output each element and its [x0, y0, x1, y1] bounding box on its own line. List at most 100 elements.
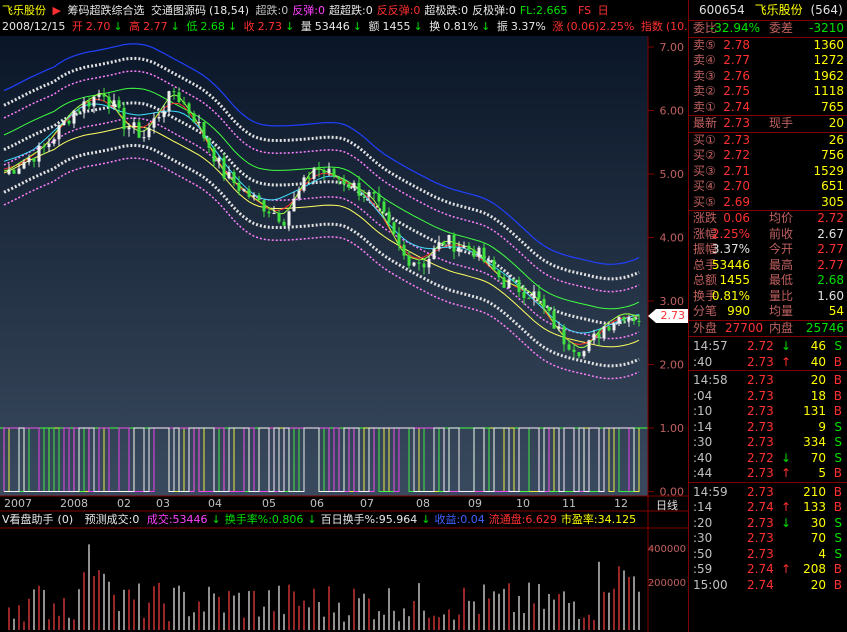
period-label[interactable]: 日线: [656, 497, 678, 513]
tick-volume: 210: [803, 484, 826, 499]
candle-body: [522, 292, 526, 298]
stat-label: 前收: [769, 226, 794, 241]
tick-row[interactable]: :14 2.74 ↑ 133 B: [689, 500, 847, 516]
candle-body: [27, 158, 31, 163]
tick-time: :14: [693, 500, 713, 514]
candle-body: [42, 145, 46, 148]
candle-body: [462, 245, 466, 248]
candle-body: [507, 279, 511, 288]
play-icon[interactable]: ▶: [53, 4, 61, 17]
order-price: 2.78: [723, 37, 750, 52]
tick-row[interactable]: 14:58 2.73 20 B: [689, 373, 847, 389]
close-label: 收: [243, 20, 255, 33]
tick-price: 2.73: [747, 515, 774, 530]
kline-chart-area[interactable]: 7.00 6.00 5.00 4.00 3.00 2.00 1.00 0.00 400000 20…: [0, 0, 688, 632]
candle-body: [212, 147, 216, 162]
tick-row[interactable]: :10 2.73 131 B: [689, 404, 847, 420]
fs-label[interactable]: FS: [578, 4, 591, 17]
candle-body: [477, 247, 481, 257]
order-price: 2.76: [723, 68, 750, 83]
legend-items: 超跌:0 反弹:0 超超跌:0 反反弹:0 超极跌:0 反极弹:0 FL:2.665: [256, 4, 572, 17]
candle-body: [247, 189, 251, 197]
order-label: 卖②: [693, 84, 716, 98]
candle-body: [332, 168, 336, 177]
tick-row[interactable]: :04 2.73 18 B: [689, 389, 847, 405]
xianshou-label: 现手: [769, 116, 794, 130]
candle-body: [512, 279, 516, 281]
indicator-header: V看盘助手 (0) 预测成交:0 成交:53446 ↓ 换手率%:0.806 ↓ 百日换手…: [2, 513, 686, 527]
candle-body: [62, 120, 66, 126]
candle-body: [632, 317, 636, 321]
indicator-title[interactable]: V看盘助手 (0): [2, 513, 77, 526]
tick-row[interactable]: :50 2.73 4 S: [689, 547, 847, 563]
candle-body: [112, 100, 116, 107]
order-volume: 305: [821, 194, 844, 209]
stat-value: 990: [727, 304, 750, 318]
candle-body: [412, 262, 416, 266]
tick-list-2[interactable]: 14:58 2.73 20 B:04 2.73 18 B:10 2.73 131 B:14 2.73…: [689, 370, 847, 482]
stock-name[interactable]: 飞乐股份: [2, 4, 46, 17]
tick-row[interactable]: 14:59 2.73 210 B: [689, 485, 847, 501]
candle-body: [67, 120, 71, 124]
candle-body: [307, 177, 311, 179]
y-axis-label: 6.00: [660, 105, 685, 118]
tick-time: :40: [693, 354, 713, 369]
x-axis-label: 03: [156, 497, 170, 510]
candle-body: [552, 311, 556, 329]
stat-row: 分笔 990 均量 54: [689, 304, 847, 320]
order-volume: 1118: [813, 84, 844, 98]
tick-row[interactable]: 14:57 2.72 ↓ 46 S: [689, 339, 847, 355]
sell-order-row: 卖③ 2.76 1962: [689, 69, 847, 85]
tick-side: B: [833, 484, 842, 499]
x-axis-label: 04: [208, 497, 222, 510]
tick-row[interactable]: :40 2.72 ↓ 70 S: [689, 451, 847, 467]
kline-chart-svg[interactable]: 7.006.005.004.003.002.001.000.0040000020…: [0, 0, 688, 632]
chart-background: [0, 36, 648, 496]
buy-order-row: 买⑤ 2.69 305: [689, 195, 847, 211]
tick-row[interactable]: :59 2.74 ↑ 208 B: [689, 562, 847, 578]
candle-body: [447, 235, 451, 245]
tick-side: B: [833, 404, 842, 418]
tick-row[interactable]: :20 2.73 ↓ 30 S: [689, 516, 847, 532]
formula-params: (18,54): [208, 4, 250, 17]
candle-body: [372, 191, 376, 194]
candle-body: [172, 91, 176, 93]
candle-body: [132, 122, 136, 128]
low-value: 2.68: [200, 20, 225, 33]
r-label[interactable]: 日: [598, 4, 609, 17]
candle-body: [277, 212, 281, 222]
tick-list-1[interactable]: 14:57 2.72 ↓ 46 S:40 2.73 ↑ 40 B: [689, 336, 847, 370]
tick-row[interactable]: :30 2.73 70 S: [689, 531, 847, 547]
tick-row[interactable]: :40 2.73 ↑ 40 B: [689, 355, 847, 371]
tick-row[interactable]: 15:00 2.74 20 B: [689, 578, 847, 594]
candle-body: [597, 333, 601, 339]
sell-order-row: 卖① 2.74 765: [689, 100, 847, 116]
candle-body: [442, 242, 446, 245]
panel-title: 600654 飞乐股份 (564): [689, 0, 847, 20]
sell-orders: 卖⑤ 2.78 1360 卖④ 2.77 1272 卖③ 2.76 1962 卖② 2.75 1118…: [689, 36, 847, 116]
tick-row[interactable]: :44 2.73 ↑ 5 B: [689, 466, 847, 482]
indicator-item: 成交:53446: [146, 513, 208, 526]
stock-code: 600654: [699, 3, 745, 17]
tick-volume: 20: [810, 373, 826, 387]
candle-body: [367, 191, 371, 197]
tick-list-3[interactable]: 14:59 2.73 210 B:14 2.74 ↑ 133 B:20 2.73 ↓ 30 S:30 2…: [689, 481, 847, 594]
tick-row[interactable]: :14 2.73 9 S: [689, 420, 847, 436]
down-arrow-icon: ↓: [413, 20, 423, 33]
indicator-name[interactable]: 筹码超跌综合选: [67, 4, 144, 17]
latest-value: 2.73: [723, 116, 750, 130]
tick-side: B: [833, 373, 842, 387]
order-label: 卖⑤: [693, 37, 716, 52]
tick-time: 14:57: [693, 339, 728, 353]
tick-price: 2.72: [747, 339, 774, 353]
tick-time: :40: [693, 450, 713, 465]
tick-side: S: [834, 515, 842, 530]
tick-row[interactable]: :30 2.73 334 S: [689, 435, 847, 451]
stat-label: 最高: [769, 257, 794, 272]
order-label: 买③: [693, 163, 716, 178]
stat-value: 2.77: [817, 257, 844, 272]
candle-body: [402, 244, 406, 256]
tick-volume: 334: [803, 435, 826, 449]
tick-side: S: [834, 546, 842, 561]
candle-body: [397, 233, 401, 245]
